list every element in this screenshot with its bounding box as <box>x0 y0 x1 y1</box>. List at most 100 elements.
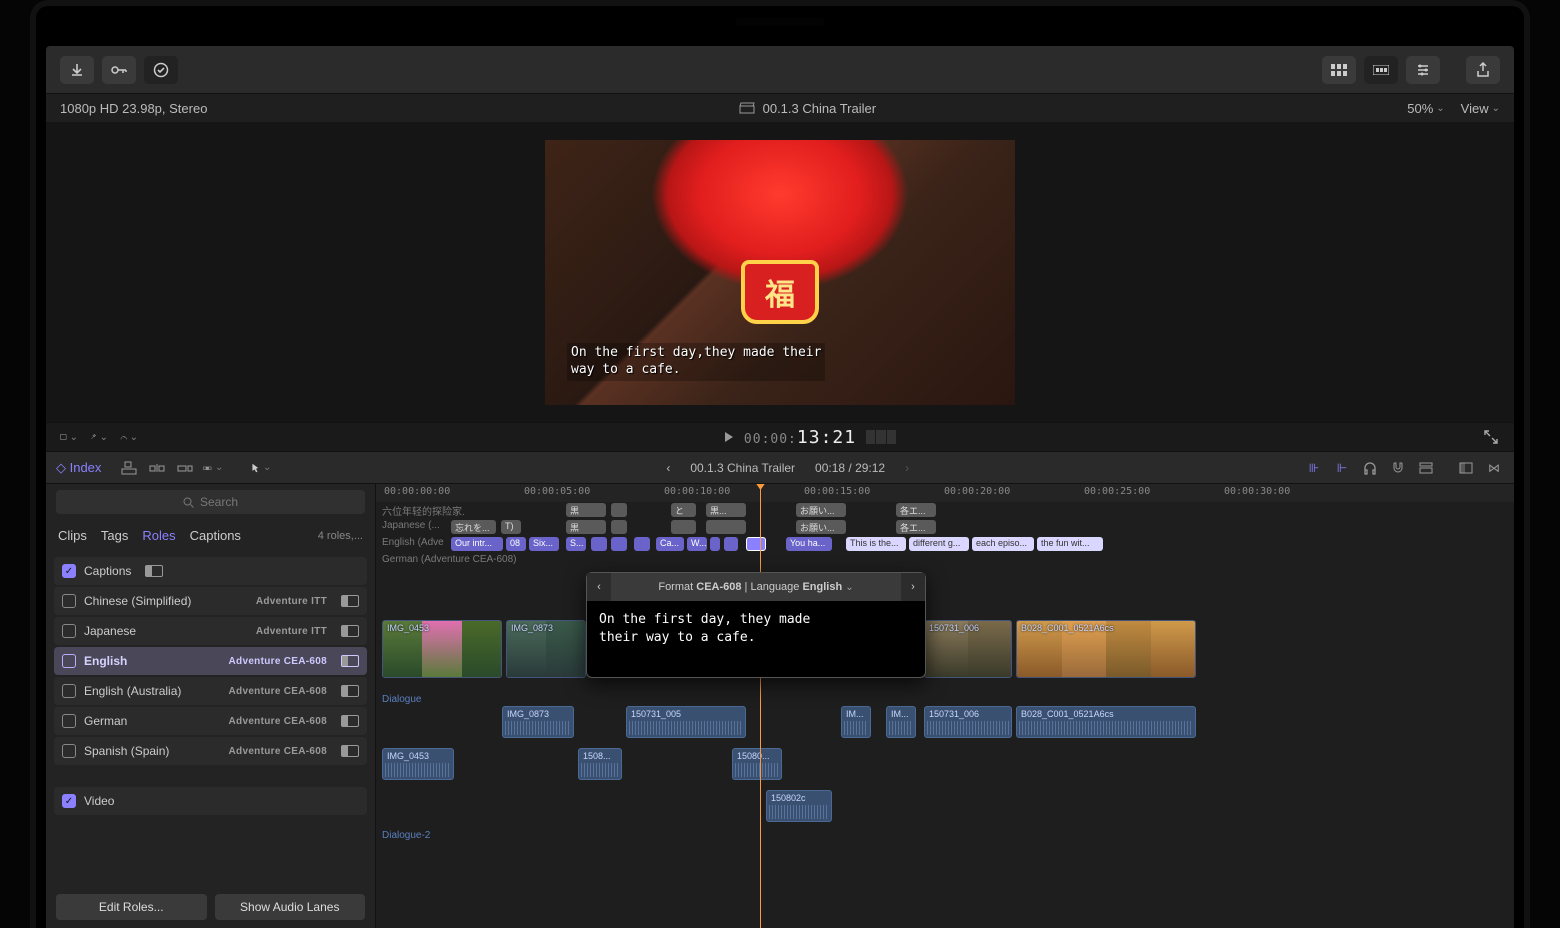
audio-clip[interactable]: 150731_006 <box>924 706 1012 738</box>
audio-clip[interactable]: IM... <box>841 706 871 738</box>
role-english-au[interactable]: English (Australia) Adventure CEA-608 <box>54 677 367 705</box>
caption-clip[interactable]: 各エ... <box>896 520 936 534</box>
role-english[interactable]: English Adventure CEA-608 <box>54 647 367 675</box>
lane-view-icon[interactable] <box>1416 458 1436 478</box>
caption-clip[interactable]: Ca... <box>656 537 684 551</box>
lane-icon[interactable] <box>341 745 359 757</box>
role-spanish[interactable]: Spanish (Spain) Adventure CEA-608 <box>54 737 367 765</box>
overwrite-clip-icon[interactable]: ⌄ <box>203 458 223 478</box>
caption-clip[interactable] <box>591 537 607 551</box>
audio-clip[interactable]: IMG_0453 <box>382 748 454 780</box>
tab-roles[interactable]: Roles <box>142 528 175 543</box>
audio-clip[interactable]: B028_C001_0521A6cs <box>1016 706 1196 738</box>
video-clip[interactable]: IMG_0453 <box>382 620 502 678</box>
view-dropdown[interactable]: View⌄ <box>1461 101 1500 116</box>
caption-clip[interactable]: each episo... <box>972 537 1034 551</box>
caption-clip[interactable] <box>611 537 627 551</box>
nav-next[interactable]: › <box>905 461 909 475</box>
enhance-menu[interactable]: ⌄ <box>90 428 108 446</box>
audio-clip[interactable]: 1508... <box>578 748 622 780</box>
checkbox-icon[interactable]: ✓ <box>62 794 76 808</box>
show-audio-lanes-button[interactable]: Show Audio Lanes <box>215 894 366 920</box>
role-video[interactable]: ✓ Video <box>54 787 367 815</box>
caption-clip[interactable]: 忘れを... <box>451 520 496 534</box>
caption-clip[interactable]: different g... <box>909 537 969 551</box>
lane-icon[interactable] <box>341 625 359 637</box>
caption-clip[interactable]: お願い... <box>796 520 846 534</box>
caption-clip[interactable]: You ha... <box>786 537 832 551</box>
search-input[interactable]: Search <box>56 490 365 514</box>
video-clip[interactable]: IMG_0873 <box>506 620 586 678</box>
keyword-button[interactable] <box>102 56 136 84</box>
caption-clip[interactable]: 黒... <box>706 503 746 517</box>
tab-captions[interactable]: Captions <box>190 528 241 543</box>
play-icon[interactable] <box>724 431 734 443</box>
edit-roles-button[interactable]: Edit Roles... <box>56 894 207 920</box>
caption-clip[interactable]: S... <box>566 537 586 551</box>
window-layout-icon[interactable] <box>1456 458 1476 478</box>
import-button[interactable] <box>60 56 94 84</box>
nav-prev[interactable]: ‹ <box>666 461 670 475</box>
lane-icon[interactable] <box>341 595 359 607</box>
solo-icon[interactable] <box>1360 458 1380 478</box>
role-japanese[interactable]: Japanese Adventure ITT <box>54 617 367 645</box>
role-german[interactable]: German Adventure CEA-608 <box>54 707 367 735</box>
skimming-icon[interactable]: ⊪ <box>1304 458 1324 478</box>
editor-prev-button[interactable]: ‹ <box>587 573 611 601</box>
caption-clip[interactable] <box>710 537 720 551</box>
caption-clip[interactable] <box>706 520 746 534</box>
insert-clip-icon[interactable] <box>147 458 167 478</box>
caption-clip[interactable] <box>611 503 627 517</box>
role-captions-header[interactable]: ✓ Captions <box>54 557 367 585</box>
editor-next-button[interactable]: › <box>901 573 925 601</box>
caption-clip[interactable] <box>671 520 696 534</box>
playhead[interactable] <box>760 484 761 928</box>
connect-clip-icon[interactable] <box>119 458 139 478</box>
caption-clip[interactable] <box>634 537 650 551</box>
tab-clips[interactable]: Clips <box>58 528 87 543</box>
browser-layout-button[interactable] <box>1322 56 1356 84</box>
caption-editor-body[interactable]: On the first day, they made their way to… <box>587 601 925 677</box>
fullscreen-button[interactable] <box>1482 428 1500 446</box>
tab-tags[interactable]: Tags <box>101 528 128 543</box>
lane-icon[interactable] <box>341 655 359 667</box>
audio-clip[interactable]: 15080... <box>732 748 782 780</box>
checkbox-icon[interactable] <box>62 684 76 698</box>
caption-clip[interactable] <box>611 520 627 534</box>
caption-clip[interactable]: 各エ... <box>896 503 936 517</box>
caption-clip[interactable]: W... <box>687 537 707 551</box>
checkbox-icon[interactable]: ✓ <box>62 564 76 578</box>
video-frame[interactable]: 福 On the first day,they made their way t… <box>545 140 1015 405</box>
audio-clip[interactable]: IM... <box>886 706 916 738</box>
share-button[interactable] <box>1466 56 1500 84</box>
timeline-ruler[interactable]: 00:00:00:00 00:00:05:00 00:00:10:00 00:0… <box>376 484 1514 502</box>
lane-icon[interactable] <box>145 565 163 577</box>
caption-clip[interactable]: T) <box>501 520 521 534</box>
timeline[interactable]: 00:00:00:00 00:00:05:00 00:00:10:00 00:0… <box>376 484 1514 928</box>
checkbox-icon[interactable] <box>62 654 76 668</box>
append-clip-icon[interactable] <box>175 458 195 478</box>
lane-icon[interactable] <box>341 715 359 727</box>
snapping-icon[interactable] <box>1388 458 1408 478</box>
caption-clip[interactable]: と <box>671 503 696 517</box>
caption-clip[interactable]: 08 <box>506 537 526 551</box>
caption-clip-selected[interactable] <box>746 537 766 551</box>
caption-clip[interactable]: the fun wit... <box>1037 537 1103 551</box>
audio-clip[interactable]: 150802c <box>766 790 832 822</box>
editor-format-label[interactable]: Format CEA-608 | Language English ⌄ <box>611 581 901 593</box>
role-chinese[interactable]: Chinese (Simplified) Adventure ITT <box>54 587 367 615</box>
checkbox-icon[interactable] <box>62 594 76 608</box>
background-tasks-button[interactable] <box>144 56 178 84</box>
caption-editor[interactable]: ‹ Format CEA-608 | Language English ⌄ › … <box>586 572 926 678</box>
caption-clip[interactable]: Six... <box>529 537 559 551</box>
timeline-layout-button[interactable] <box>1364 56 1398 84</box>
trim-icon[interactable]: ⋈ <box>1484 458 1504 478</box>
caption-clip[interactable]: 黒 <box>566 503 606 517</box>
checkbox-icon[interactable] <box>62 624 76 638</box>
audio-clip[interactable]: IMG_0873 <box>502 706 574 738</box>
select-tool[interactable]: ⌄ <box>251 458 271 478</box>
checkbox-icon[interactable] <box>62 714 76 728</box>
video-clip[interactable]: 150731_006 <box>924 620 1012 678</box>
index-button[interactable]: ◇ Index <box>56 460 111 476</box>
lane-icon[interactable] <box>341 685 359 697</box>
